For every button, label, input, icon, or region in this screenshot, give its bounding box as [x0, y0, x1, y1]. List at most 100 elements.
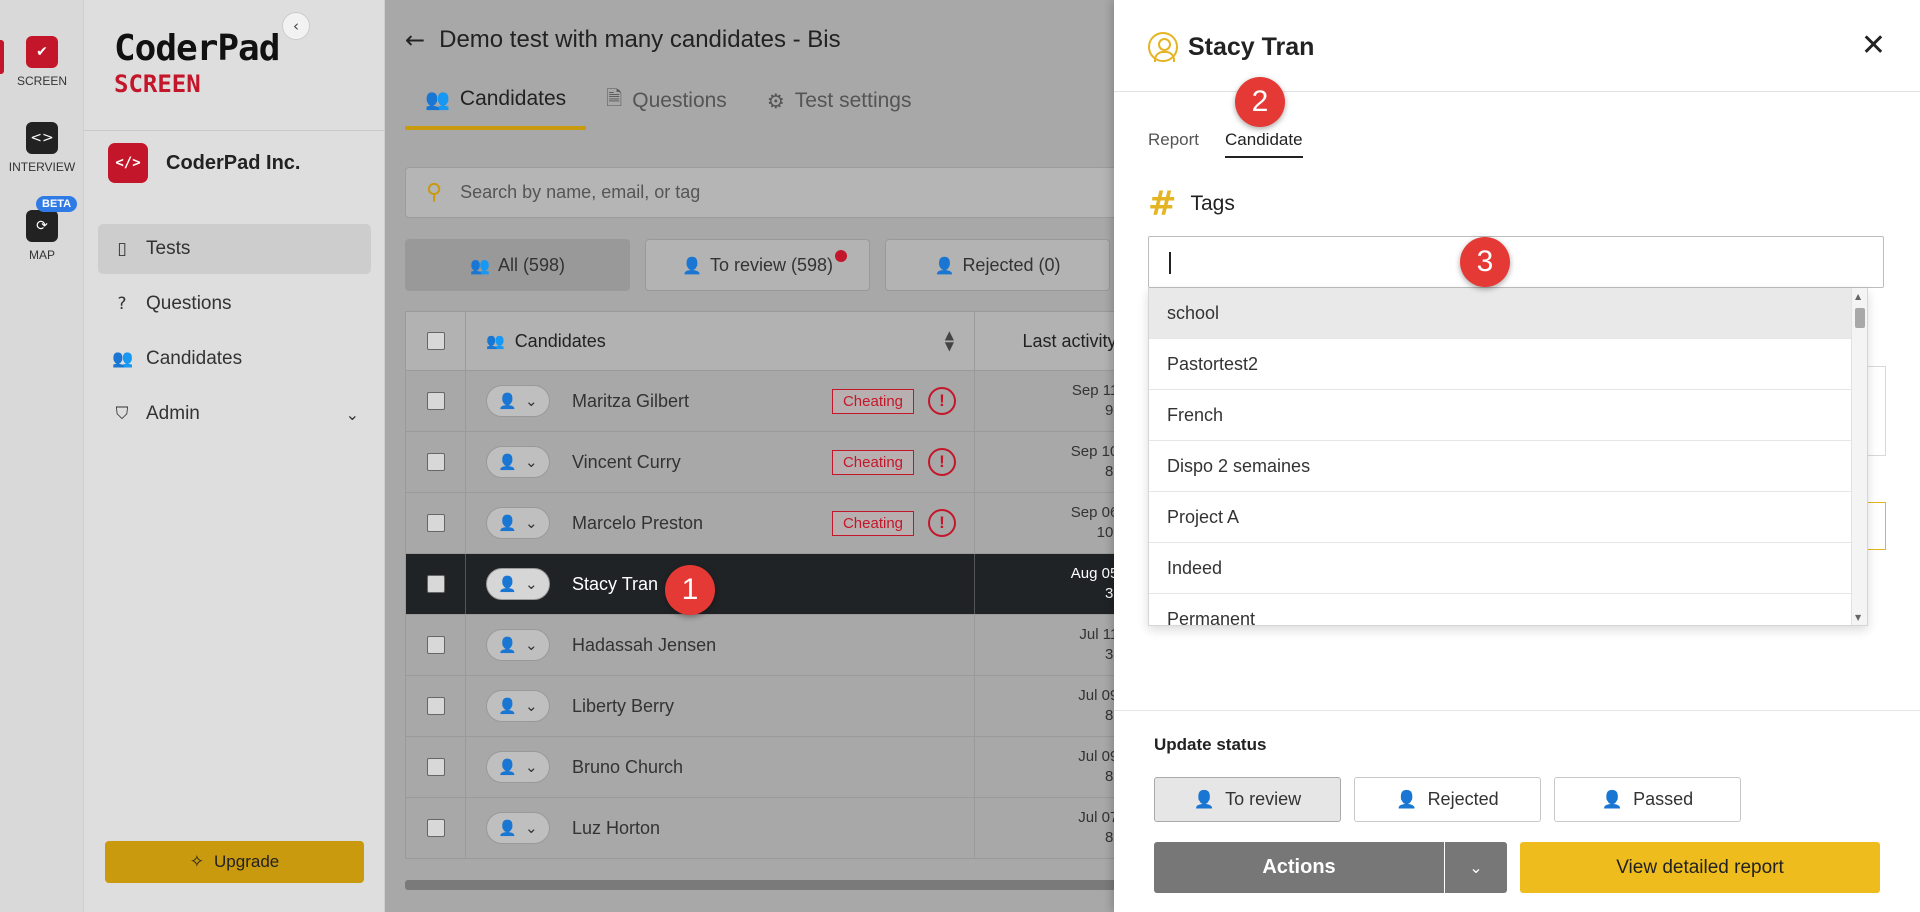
user-review-icon: 👤	[498, 392, 518, 410]
table-row[interactable]: 👤 ⌄ Bruno Church Jul 09, 2024 8:51 AM	[405, 737, 1114, 798]
table-row[interactable]: 👤 ⌄ Maritza Gilbert Cheating ! Sep 11, 2…	[405, 371, 1114, 432]
rail-item-map[interactable]: ⟳ MAP	[0, 210, 84, 262]
candidate-name[interactable]: Hadassah Jensen	[572, 635, 716, 656]
table-row[interactable]: 👤 ⌄ Stacy Tran Aug 05, 2024 3:12 AM	[405, 554, 1114, 615]
logo-screen: SCREEN	[114, 70, 201, 98]
status-rejected-button[interactable]: 👤 Rejected	[1354, 777, 1541, 822]
candidate-name[interactable]: Bruno Church	[572, 757, 683, 778]
view-detailed-report-button[interactable]: View detailed report	[1520, 842, 1880, 893]
candidate-name[interactable]: Vincent Curry	[572, 452, 681, 473]
row-checkbox[interactable]	[426, 392, 445, 410]
tab-test-settings[interactable]: ⚙ Test settings	[747, 84, 932, 130]
screen-icon: ✔	[26, 36, 58, 68]
row-checkbox[interactable]	[426, 453, 445, 471]
tag-option[interactable]: Project A	[1149, 492, 1853, 543]
last-activity: Sep 06, 2024 10:04 AM	[1070, 504, 1114, 541]
tag-option[interactable]: Dispo 2 semaines	[1149, 441, 1853, 492]
filter-all[interactable]: 👥 All (598)	[405, 239, 630, 291]
candidate-name[interactable]: Luz Horton	[572, 818, 660, 839]
tab-report[interactable]: Report	[1148, 130, 1199, 158]
row-checkbox[interactable]	[426, 758, 445, 776]
candidate-name[interactable]: Liberty Berry	[572, 696, 674, 717]
tags-input[interactable]	[1148, 236, 1884, 288]
org-name: CoderPad Inc.	[166, 151, 301, 174]
rail-item-screen[interactable]: ✔ SCREEN	[0, 36, 84, 88]
user-review-icon: 👤	[498, 697, 518, 715]
table-row[interactable]: 👤 ⌄ Marcelo Preston Cheating ! Sep 06, 2…	[405, 493, 1114, 554]
candidates-table: 👥 Candidates ▲ ▼ Last activity 👤 ⌄ Maritz…	[405, 311, 1114, 859]
sidebar-item-questions[interactable]: ? Questions	[98, 279, 371, 329]
hash-icon: #	[1148, 184, 1177, 224]
column-header-candidates: Candidates	[514, 330, 606, 351]
tab-candidates[interactable]: 👥 Candidates	[405, 84, 587, 130]
tab-questions[interactable]: 🗎 Questions	[586, 84, 747, 130]
chevron-down-icon: ⌄	[525, 453, 538, 471]
collapse-sidebar-button[interactable]: ‹	[282, 12, 310, 40]
tag-option[interactable]: French	[1149, 390, 1853, 441]
status-menu-button[interactable]: 👤 ⌄	[486, 812, 550, 844]
tab-candidate[interactable]: Candidate	[1225, 130, 1303, 158]
panel-title: Stacy Tran	[1188, 33, 1315, 61]
sidebar-item-admin[interactable]: ⛉ Admin ⌄	[98, 389, 371, 439]
status-menu-button[interactable]: 👤 ⌄	[486, 568, 550, 600]
table-row[interactable]: 👤 ⌄ Liberty Berry Jul 09, 2024 8:51 AM	[405, 676, 1114, 737]
organization[interactable]: </> CoderPad Inc.	[108, 143, 300, 183]
select-all-checkbox[interactable]	[426, 332, 445, 350]
document-icon: 🗎	[606, 86, 623, 110]
chevron-down-icon: ⌄	[525, 819, 538, 837]
table-row[interactable]: 👤 ⌄ Hadassah Jensen Jul 11, 2024 3:51 AM	[405, 615, 1114, 676]
step-badge-2: 2	[1235, 77, 1285, 127]
background-field	[1866, 502, 1886, 550]
status-menu-button[interactable]: 👤 ⌄	[486, 751, 550, 783]
dropdown-scrollbar[interactable]: ▲ ▼	[1851, 288, 1867, 625]
rail-item-interview[interactable]: <> INTERVIEW	[0, 122, 84, 174]
user-review-icon: 👤	[498, 453, 518, 471]
scroll-up-icon[interactable]: ▲	[1855, 292, 1861, 301]
candidate-name[interactable]: Maritza Gilbert	[572, 391, 689, 412]
status-menu-button[interactable]: 👤 ⌄	[486, 690, 550, 722]
upgrade-button[interactable]: ✧ Upgrade	[105, 841, 364, 883]
status-menu-button[interactable]: 👤 ⌄	[486, 507, 550, 539]
chevron-down-icon: ⌄	[1469, 858, 1483, 877]
status-menu-button[interactable]: 👤 ⌄	[486, 385, 550, 417]
status-menu-button[interactable]: 👤 ⌄	[486, 446, 550, 478]
sidebar-item-tests[interactable]: ▯ Tests	[98, 224, 371, 274]
actions-button[interactable]: Actions	[1154, 842, 1444, 893]
status-to-review-button[interactable]: 👤 To review	[1154, 777, 1341, 822]
table-row[interactable]: 👤 ⌄ Vincent Curry Cheating ! Sep 10, 202…	[405, 432, 1114, 493]
tag-option[interactable]: Permanent	[1149, 594, 1853, 626]
sort-icon[interactable]: ▲ ▼	[945, 329, 954, 352]
scroll-thumb[interactable]	[1855, 308, 1865, 328]
last-activity: Jul 09, 2024 8:51 AM	[1078, 687, 1114, 724]
status-passed-button[interactable]: 👤 Passed	[1554, 777, 1741, 822]
candidate-name[interactable]: Stacy Tran	[572, 574, 658, 595]
tag-option[interactable]: Pastortest2	[1149, 339, 1853, 390]
row-checkbox[interactable]	[426, 514, 445, 532]
horizontal-scrollbar[interactable]	[405, 880, 1114, 890]
row-checkbox[interactable]	[426, 697, 445, 715]
actions-dropdown-button[interactable]: ⌄	[1445, 842, 1507, 893]
interview-icon: <>	[26, 122, 58, 154]
tags-dropdown: school Pastortest2 French Dispo 2 semaines P…	[1148, 288, 1868, 626]
table-row[interactable]: 👤 ⌄ Luz Horton Jul 07, 2024 8:15 AM	[405, 798, 1114, 859]
candidate-panel: Stacy Tran ✕ Report Candidate # Tags sch…	[1114, 0, 1920, 912]
panel-footer: Update status 👤 To review 👤 Rejected 👤 P…	[1114, 710, 1920, 912]
users-icon: 👥	[425, 87, 450, 111]
row-checkbox[interactable]	[426, 636, 445, 654]
scroll-down-icon[interactable]: ▼	[1855, 613, 1861, 622]
close-icon[interactable]: ✕	[1861, 28, 1886, 63]
status-menu-button[interactable]: 👤 ⌄	[486, 629, 550, 661]
tag-option[interactable]: school	[1149, 288, 1853, 339]
back-arrow-icon[interactable]: ←	[405, 26, 425, 54]
filter-rejected[interactable]: 👤 Rejected (0)	[885, 239, 1110, 291]
tag-option[interactable]: Indeed	[1149, 543, 1853, 594]
filter-to-review[interactable]: 👤 To review (598)	[645, 239, 870, 291]
last-activity: Jul 11, 2024 3:51 AM	[1079, 626, 1114, 663]
candidate-name[interactable]: Marcelo Preston	[572, 513, 703, 534]
row-checkbox[interactable]	[426, 819, 445, 837]
row-checkbox[interactable]	[426, 575, 445, 593]
chevron-down-icon: ⌄	[525, 575, 538, 593]
table-header: 👥 Candidates ▲ ▼ Last activity	[405, 311, 1114, 371]
sidebar-item-candidates[interactable]: 👥 Candidates	[98, 334, 371, 384]
search-input[interactable]: ⚲ Search by name, email, or tag	[405, 167, 1114, 218]
